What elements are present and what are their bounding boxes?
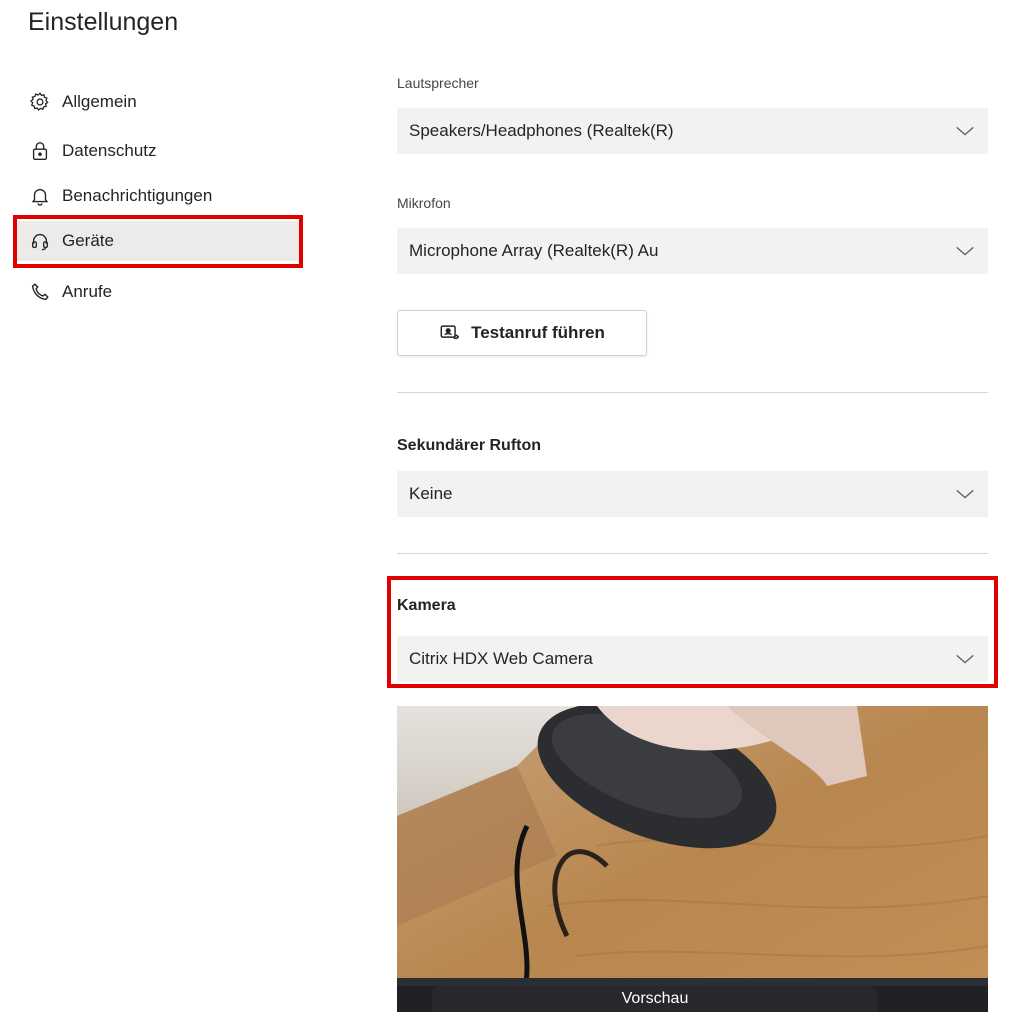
camera-select[interactable]: Citrix HDX Web Camera <box>397 636 988 682</box>
test-call-button[interactable]: Testanruf führen <box>397 310 647 356</box>
chevron-down-icon <box>956 126 974 136</box>
sidebar-item-anrufe[interactable]: Anrufe <box>28 272 298 312</box>
sidebar-item-allgemein[interactable]: Allgemein <box>28 82 298 122</box>
headset-icon <box>28 229 52 253</box>
speaker-label: Lautsprecher <box>397 75 479 91</box>
sidebar-item-geraete[interactable]: Geräte <box>15 221 302 261</box>
bell-icon <box>28 184 52 208</box>
sidebar-item-benachrichtigungen[interactable]: Benachrichtigungen <box>28 176 298 216</box>
camera-title: Kamera <box>397 597 456 614</box>
sidebar-item-label: Allgemein <box>62 92 137 111</box>
secondary-ringer-select[interactable]: Keine <box>397 471 988 517</box>
sidebar-item-label: Geräte <box>62 231 114 250</box>
microphone-label: Mikrofon <box>397 195 451 211</box>
test-call-label: Testanruf führen <box>471 323 605 342</box>
phone-icon <box>28 280 52 304</box>
speaker-select[interactable]: Speakers/Headphones (Realtek(R) <box>397 108 988 154</box>
chevron-down-icon <box>956 654 974 664</box>
microphone-select-value: Microphone Array (Realtek(R) Au <box>409 241 659 260</box>
sidebar-item-label: Anrufe <box>62 282 113 301</box>
preview-label: Vorschau <box>432 986 878 1012</box>
sidebar-item-label: Benachrichtigungen <box>62 186 213 205</box>
sidebar-item-label: Datenschutz <box>62 141 157 160</box>
secondary-ringer-value: Keine <box>409 484 453 503</box>
divider <box>397 553 988 554</box>
lock-icon <box>28 139 52 163</box>
test-call-icon <box>440 325 460 340</box>
speaker-select-value: Speakers/Headphones (Realtek(R) <box>409 121 674 140</box>
chevron-down-icon <box>956 489 974 499</box>
camera-preview: Vorschau <box>397 706 988 1012</box>
gear-icon <box>28 90 52 114</box>
secondary-ringer-title: Sekundärer Rufton <box>397 437 542 454</box>
microphone-select[interactable]: Microphone Array (Realtek(R) Au <box>397 228 988 274</box>
chevron-down-icon <box>956 246 974 256</box>
divider <box>397 392 988 393</box>
page-title: Einstellungen <box>28 8 179 36</box>
camera-preview-image <box>397 706 988 1012</box>
sidebar-item-datenschutz[interactable]: Datenschutz <box>28 131 298 171</box>
camera-select-value: Citrix HDX Web Camera <box>409 649 593 668</box>
